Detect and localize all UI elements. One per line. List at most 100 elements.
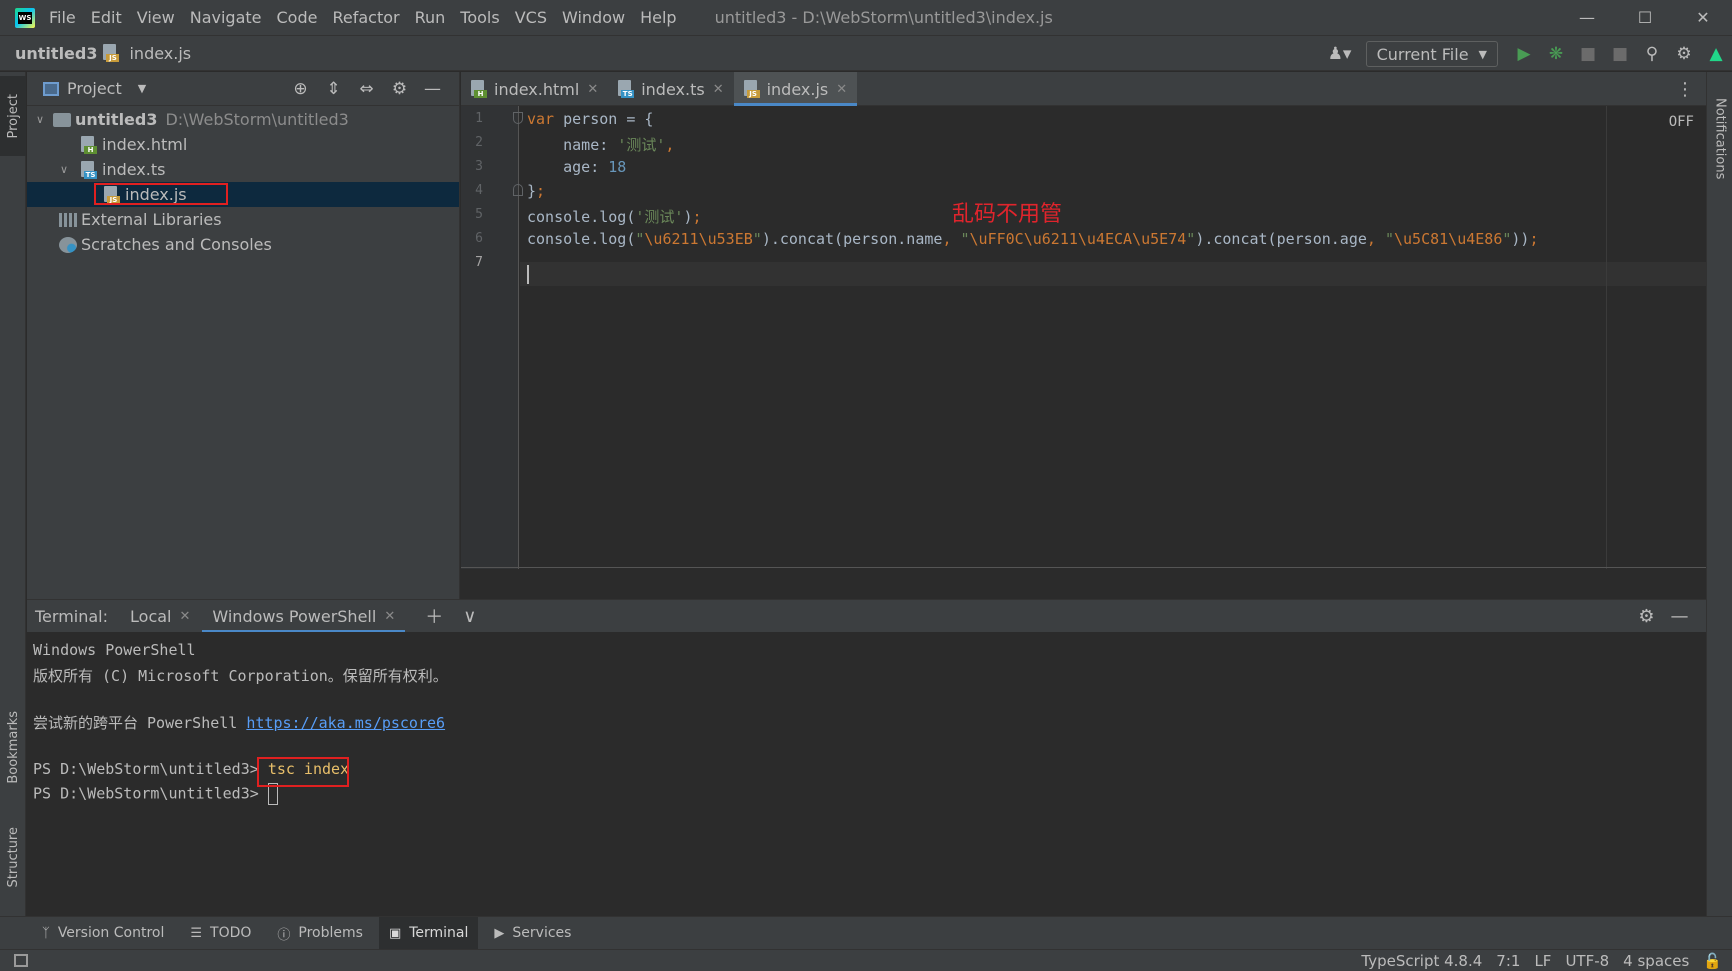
menu-vcs[interactable]: VCS bbox=[515, 8, 547, 27]
minimize-icon[interactable]: — bbox=[1558, 0, 1616, 35]
menu-window[interactable]: Window bbox=[562, 8, 625, 27]
gear-icon[interactable]: ⚙ bbox=[383, 79, 416, 99]
maximize-icon[interactable]: ☐ bbox=[1616, 0, 1674, 35]
tree-item-index-html[interactable]: H index.html bbox=[27, 132, 459, 157]
menu-navigate[interactable]: Navigate bbox=[190, 8, 262, 27]
tool-tab-bookmarks[interactable]: Bookmarks bbox=[0, 702, 26, 792]
code-with-me-icon[interactable]: ▲ bbox=[1700, 36, 1732, 72]
toolwindow-terminal[interactable]: ▣ Terminal bbox=[378, 916, 479, 950]
close-tab-icon[interactable]: ✕ bbox=[179, 609, 190, 624]
breadcrumb-file[interactable]: index.js bbox=[129, 44, 191, 63]
toolwindow-problems[interactable]: ⓘ Problems bbox=[267, 917, 373, 950]
terminal-output[interactable]: Windows PowerShell 版权所有 (C) Microsoft Co… bbox=[27, 632, 1706, 916]
problems-icon: ⓘ bbox=[277, 927, 291, 943]
terminal-link[interactable]: https://aka.ms/pscore6 bbox=[246, 714, 445, 732]
project-panel-header: Project ▼ ⊕ ⇕ ⇔ ⚙ — bbox=[27, 72, 459, 106]
chevron-down-icon[interactable]: ∨ bbox=[463, 606, 476, 627]
tab-index-html[interactable]: H index.html ✕ bbox=[461, 72, 608, 106]
menu-help[interactable]: Help bbox=[640, 8, 676, 27]
tree-item-index-js[interactable]: JS index.js bbox=[27, 182, 459, 207]
status-position[interactable]: 7:1 bbox=[1496, 952, 1520, 970]
menu-view[interactable]: View bbox=[137, 8, 175, 27]
terminal-tab-local[interactable]: Local ✕ bbox=[130, 600, 190, 633]
user-icon[interactable]: ♟▾ bbox=[1324, 36, 1356, 72]
line-number: 2 bbox=[475, 135, 483, 150]
tool-tab-project[interactable]: Project bbox=[0, 76, 26, 156]
status-indent[interactable]: 4 spaces bbox=[1623, 952, 1689, 970]
menu-edit[interactable]: Edit bbox=[91, 8, 122, 27]
menu-refactor[interactable]: Refactor bbox=[332, 8, 399, 27]
close-tab-icon[interactable]: ✕ bbox=[713, 82, 724, 97]
terminal-line: 尝试新的跨平台 PowerShell https://aka.ms/pscore… bbox=[33, 714, 446, 732]
breadcrumb-project[interactable]: untitled3 bbox=[15, 44, 97, 63]
branch-icon: ᛉ bbox=[42, 925, 50, 941]
toolwindow-todo[interactable]: ☰ TODO bbox=[180, 917, 261, 950]
stop-icon[interactable]: ■ bbox=[1604, 36, 1636, 72]
debug-icon[interactable]: ❋ bbox=[1540, 36, 1572, 72]
coverage-icon[interactable]: ■ bbox=[1572, 36, 1604, 72]
terminal-tab-powershell[interactable]: Windows PowerShell ✕ bbox=[202, 600, 406, 633]
tree-item-scratches[interactable]: Scratches and Consoles bbox=[27, 232, 459, 257]
line-number: 5 bbox=[475, 207, 483, 222]
readonly-badge[interactable]: OFF bbox=[1669, 114, 1694, 130]
expand-all-icon[interactable]: ⇕ bbox=[317, 79, 350, 99]
terminal-icon: ▣ bbox=[388, 925, 402, 941]
ts-file-icon: TS bbox=[81, 160, 97, 179]
line-number: 1 bbox=[475, 111, 483, 126]
right-tool-strip: Notifications bbox=[1706, 72, 1732, 916]
status-line-separator[interactable]: LF bbox=[1534, 952, 1551, 970]
tab-index-js[interactable]: JS index.js ✕ bbox=[733, 72, 858, 107]
tree-item-index-ts[interactable]: ∨ TS index.ts bbox=[27, 157, 459, 182]
lock-icon[interactable]: 🔓 bbox=[1703, 952, 1722, 970]
run-config-select[interactable]: Current File ▼ bbox=[1365, 41, 1498, 67]
toolwindow-version-control[interactable]: ᛉ Version Control bbox=[32, 917, 174, 950]
tab-index-ts[interactable]: TS index.ts ✕ bbox=[608, 72, 733, 106]
editor-gutter: 1 2 3 4 5 6 7 bbox=[461, 106, 523, 569]
menu-run[interactable]: Run bbox=[415, 8, 446, 27]
status-widgets: TypeScript 4.8.4 7:1 LF UTF-8 4 spaces 🔓 bbox=[1347, 950, 1722, 971]
close-tab-icon[interactable]: ✕ bbox=[587, 82, 598, 97]
status-bar: TypeScript 4.8.4 7:1 LF UTF-8 4 spaces 🔓 bbox=[0, 949, 1732, 971]
fold-marker-icon[interactable] bbox=[513, 184, 523, 196]
terminal-tools: ⚙ — bbox=[1630, 600, 1696, 633]
project-panel-tools: ⊕ ⇕ ⇔ ⚙ — bbox=[284, 72, 449, 106]
chevron-down-icon[interactable]: ∨ bbox=[57, 163, 71, 176]
highlight-box bbox=[94, 183, 228, 205]
tool-tab-notifications[interactable]: Notifications bbox=[1707, 84, 1732, 194]
toolwindow-services[interactable]: ▶ Services bbox=[484, 917, 581, 950]
folder-icon bbox=[53, 112, 71, 127]
webstorm-logo-icon bbox=[15, 7, 35, 28]
code-line-4: }; bbox=[527, 182, 546, 200]
hide-icon[interactable]: — bbox=[1663, 606, 1696, 627]
project-view-selector[interactable]: Project ▼ bbox=[43, 79, 146, 98]
locate-icon[interactable]: ⊕ bbox=[284, 79, 317, 99]
toggle-tool-windows-icon[interactable] bbox=[14, 954, 28, 967]
menu-tools[interactable]: Tools bbox=[460, 8, 499, 27]
code-editor[interactable]: 1 2 3 4 5 6 7 var person = { name: '测试',… bbox=[461, 106, 1706, 569]
gear-icon[interactable]: ⚙ bbox=[1630, 606, 1663, 627]
menu-file[interactable]: File bbox=[49, 8, 76, 27]
chevron-down-icon[interactable]: ∨ bbox=[33, 113, 47, 126]
collapse-all-icon[interactable]: ⇔ bbox=[350, 79, 383, 99]
gear-icon[interactable]: ⚙ bbox=[1668, 36, 1700, 72]
close-icon[interactable]: ✕ bbox=[1674, 0, 1732, 35]
add-icon[interactable]: ＋ bbox=[425, 603, 443, 629]
hide-icon[interactable]: — bbox=[416, 79, 449, 99]
tree-item-project-root[interactable]: ∨ untitled3 D:\WebStorm\untitled3 bbox=[27, 107, 459, 132]
annotation-text: 乱码不用管 bbox=[952, 202, 1063, 227]
html-file-icon: H bbox=[471, 80, 487, 98]
tool-tab-structure[interactable]: Structure bbox=[0, 812, 26, 902]
run-icon[interactable]: ▶ bbox=[1508, 36, 1540, 72]
search-icon[interactable]: ⚲ bbox=[1636, 36, 1668, 72]
tree-item-external-libraries[interactable]: External Libraries bbox=[27, 207, 459, 232]
status-language[interactable]: TypeScript 4.8.4 bbox=[1361, 952, 1482, 970]
status-encoding[interactable]: UTF-8 bbox=[1565, 952, 1609, 970]
terminal-line: PS D:\WebStorm\untitled3> bbox=[33, 783, 278, 805]
breadcrumb-file-icon: JS bbox=[103, 44, 120, 63]
fold-marker-icon[interactable] bbox=[513, 112, 523, 124]
more-vertical-icon[interactable]: ⋮ bbox=[1676, 72, 1694, 106]
menu-code[interactable]: Code bbox=[277, 8, 318, 27]
close-tab-icon[interactable]: ✕ bbox=[836, 82, 847, 97]
line-number: 3 bbox=[475, 159, 483, 174]
close-tab-icon[interactable]: ✕ bbox=[384, 609, 395, 624]
